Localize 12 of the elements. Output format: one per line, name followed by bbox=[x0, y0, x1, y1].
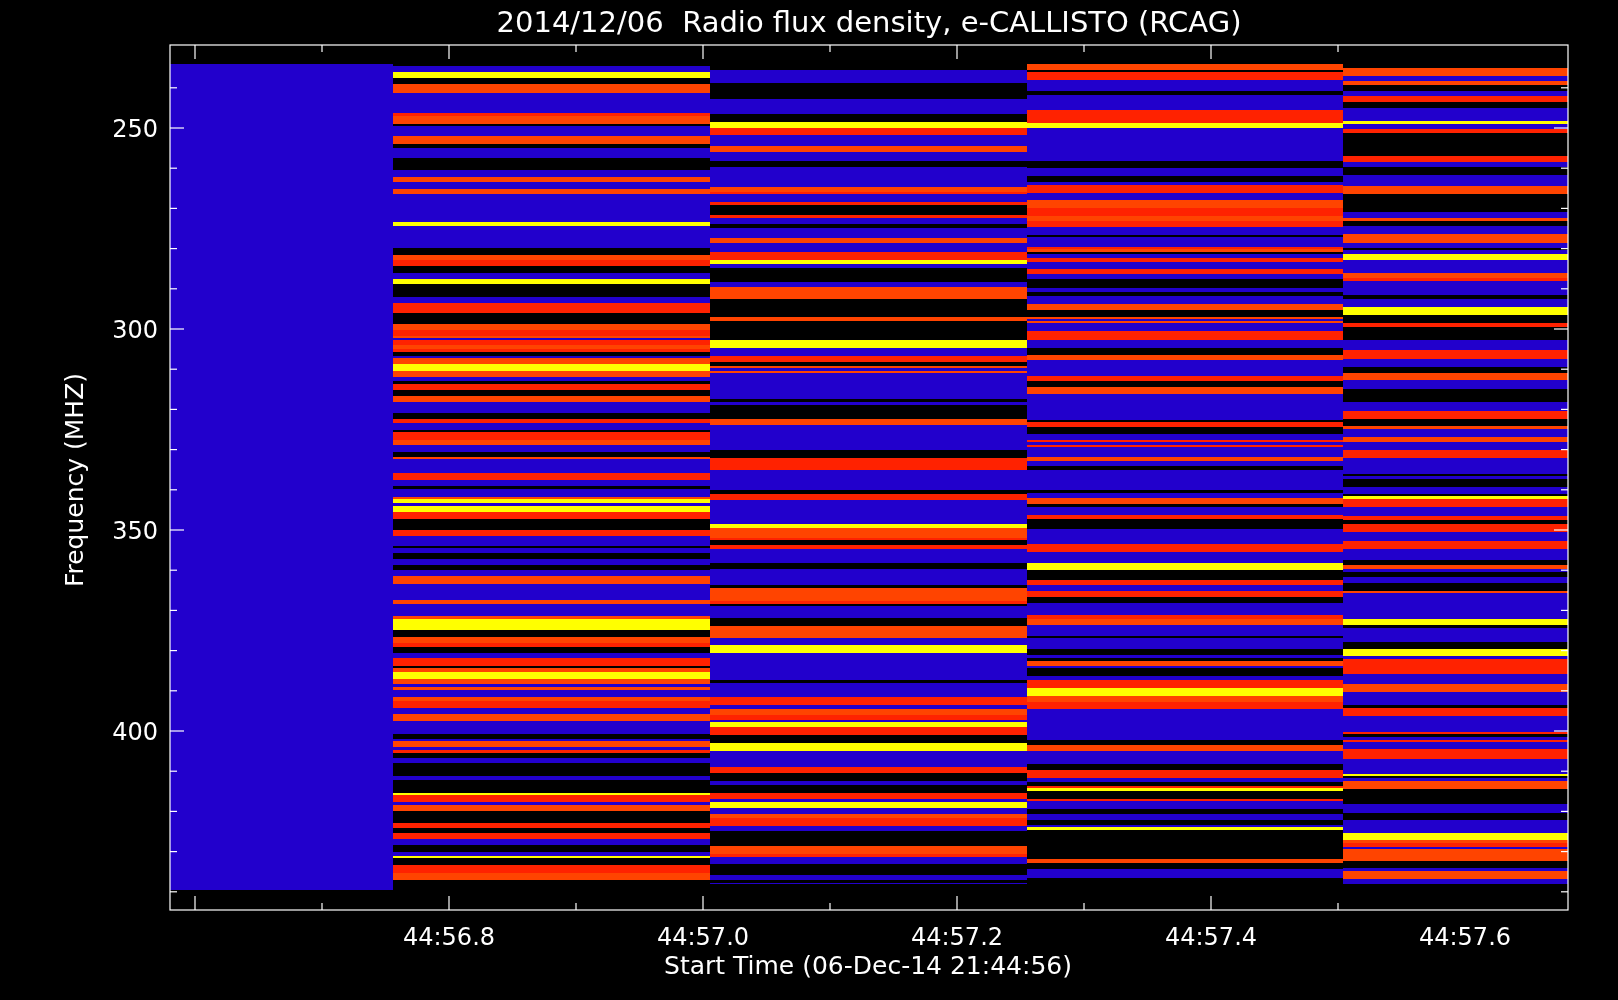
axis-title: Start Time (06-Dec-14 21:44:56) bbox=[664, 951, 1072, 980]
tick-label: 250 bbox=[112, 115, 158, 143]
tick-label: 44:56.8 bbox=[402, 923, 496, 951]
tick-label: 400 bbox=[112, 718, 158, 746]
tick-label: 350 bbox=[112, 517, 158, 545]
tick-label: 44:57.2 bbox=[910, 923, 1004, 951]
tick-label: 44:57.0 bbox=[656, 923, 750, 951]
tick-label: 300 bbox=[112, 316, 158, 344]
tick-label: 44:57.4 bbox=[1164, 923, 1258, 951]
plot-title: 2014/12/06 Radio flux density, e-CALLISTO (RCAG) bbox=[496, 5, 1242, 39]
tick-label: 44:57.6 bbox=[1418, 923, 1512, 951]
axis-title: Frequency (MHZ) bbox=[60, 372, 89, 588]
